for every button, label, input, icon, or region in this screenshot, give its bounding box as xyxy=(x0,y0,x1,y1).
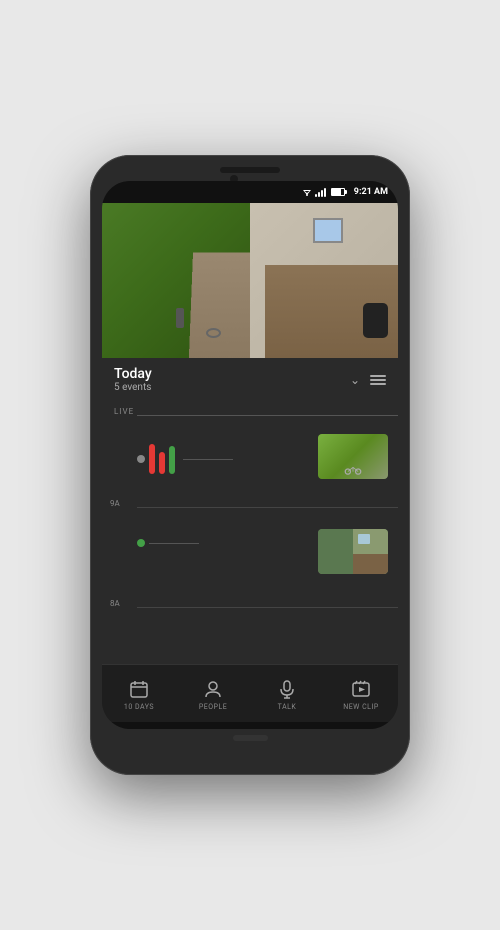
status-icons: 9:21 AM xyxy=(302,187,388,197)
event-row-1[interactable] xyxy=(137,444,398,474)
event-bars xyxy=(149,444,175,474)
camera-window xyxy=(313,218,343,243)
chevron-down-icon[interactable]: ⌄ xyxy=(350,373,360,387)
event-thumbnail-2[interactable] xyxy=(318,529,388,574)
list-view-icon[interactable] xyxy=(370,375,386,385)
bike-svg-icon xyxy=(344,463,362,475)
event-dot-gray xyxy=(137,455,145,463)
status-time: 9:21 AM xyxy=(354,187,388,197)
today-events-count: 5 events xyxy=(114,382,152,393)
event-connector-line-1 xyxy=(183,459,233,460)
tab-talk-label: TALK xyxy=(278,703,297,711)
event-connector-line-2 xyxy=(149,543,199,544)
tab-newclip[interactable]: NEW CLIP xyxy=(324,678,398,711)
camera-view[interactable] xyxy=(102,203,398,358)
calendar-icon xyxy=(129,679,149,699)
8a-line xyxy=(137,607,398,608)
mic-icon xyxy=(277,679,297,699)
live-label: LIVE xyxy=(114,407,134,416)
phone-home-button xyxy=(233,735,268,741)
event-dot-green xyxy=(137,539,145,547)
camera-bike xyxy=(206,328,221,338)
today-title: Today xyxy=(114,366,152,382)
android-nav-bar: ◀ xyxy=(102,722,398,729)
event-bar-green xyxy=(169,446,175,474)
phone-speaker xyxy=(220,167,280,173)
timeline[interactable]: LIVE xyxy=(102,399,398,664)
status-bar: 9:21 AM xyxy=(102,181,398,203)
live-line xyxy=(137,415,398,416)
event-thumbnail-1[interactable] xyxy=(318,434,388,479)
9a-label: 9A xyxy=(110,499,120,508)
phone-frame: 9:21 AM Today 5 events ⌄ xyxy=(90,155,410,775)
clip-icon xyxy=(351,679,371,699)
tab-people-label: PEOPLE xyxy=(199,703,227,711)
event-thumb-image-2 xyxy=(318,529,388,574)
person-icon xyxy=(203,679,223,699)
camera-hand xyxy=(363,303,388,338)
event-bar-red-1 xyxy=(149,444,155,474)
tab-newclip-icon xyxy=(350,678,372,700)
event-row-2[interactable] xyxy=(137,539,398,547)
camera-person-figure xyxy=(176,308,184,328)
8a-label: 8A xyxy=(110,599,120,608)
event-thumb-image-1 xyxy=(318,434,388,479)
tab-people[interactable]: PEOPLE xyxy=(176,678,250,711)
tab-talk[interactable]: TALK xyxy=(250,678,324,711)
tab-newclip-label: NEW CLIP xyxy=(343,703,379,711)
tab-10days[interactable]: 10 DAYS xyxy=(102,678,176,711)
today-info: Today 5 events xyxy=(114,366,152,393)
today-header: Today 5 events ⌄ xyxy=(102,358,398,399)
battery-icon xyxy=(331,188,345,196)
signal-icon xyxy=(315,187,326,197)
phone-screen: 9:21 AM Today 5 events ⌄ xyxy=(102,181,398,729)
tab-talk-icon xyxy=(276,678,298,700)
wifi-icon xyxy=(302,187,312,197)
bottom-tabs: 10 DAYS PEOPLE xyxy=(102,664,398,722)
event-bar-red-2 xyxy=(159,452,165,474)
today-controls: ⌄ xyxy=(350,373,386,387)
tab-10days-icon xyxy=(128,678,150,700)
tab-10days-label: 10 DAYS xyxy=(124,703,154,711)
tab-people-icon xyxy=(202,678,224,700)
porch-scene-svg xyxy=(318,529,388,574)
9a-line xyxy=(137,507,398,508)
